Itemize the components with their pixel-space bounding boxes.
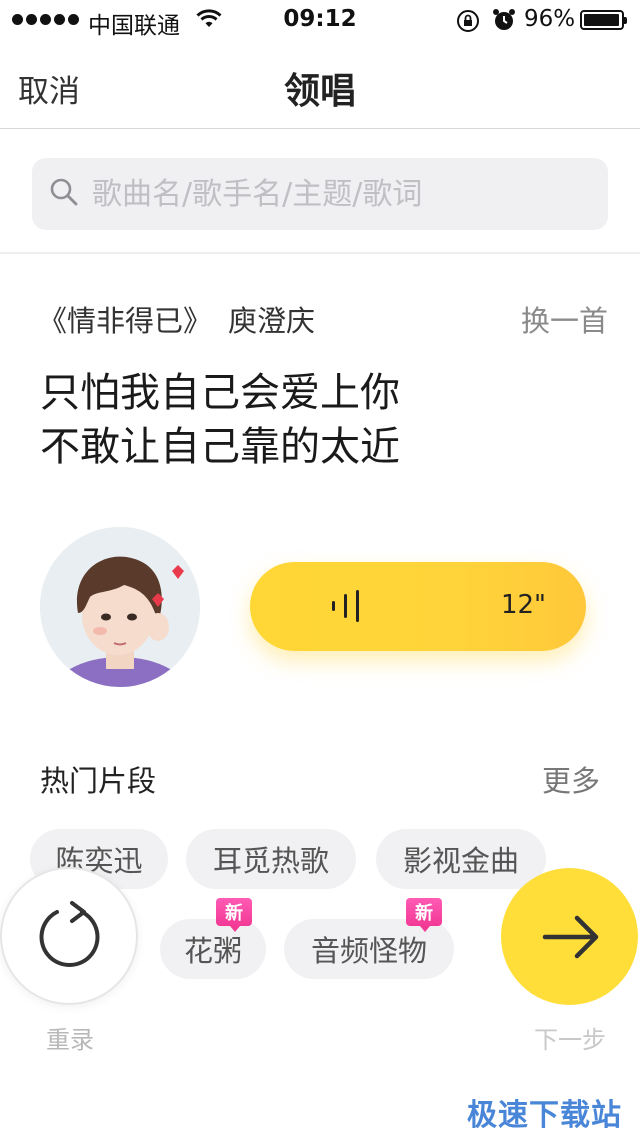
tag-chip[interactable]: 耳觅热歌 <box>186 829 356 889</box>
more-button[interactable]: 更多 <box>542 758 600 800</box>
lyric-line: 不敢让自己靠的太近 <box>40 424 400 470</box>
page-title: 领唱 <box>283 71 356 112</box>
status-bar: 中国联通 09:12 96% <box>0 0 640 40</box>
search-input[interactable] <box>92 158 592 230</box>
new-badge: 新 <box>406 898 442 932</box>
section-divider <box>0 252 640 254</box>
battery-icon <box>580 10 627 30</box>
watermark: 极速下载站 <box>467 1098 622 1133</box>
refresh-icon <box>39 901 100 967</box>
rotation-lock-icon <box>456 9 480 37</box>
nav-bar: 取消 领唱 <box>0 40 640 129</box>
switch-song-button[interactable]: 换一首 <box>521 298 608 340</box>
section-title: 热门片段 <box>40 764 157 798</box>
battery-percent: 96% <box>524 6 576 32</box>
avatar <box>40 527 200 687</box>
tag-chip[interactable]: 花粥 <box>160 919 266 979</box>
sound-wave-icon <box>328 588 364 628</box>
search-bar[interactable] <box>32 158 608 230</box>
new-badge: 新 <box>216 898 252 932</box>
song-info: 《情非得已》 庾澄庆 <box>38 298 315 340</box>
next-step-label: 下一步 <box>534 1026 606 1054</box>
song-title: 《情非得已》 <box>38 304 213 338</box>
next-step-button[interactable] <box>501 868 638 1005</box>
lyric-line: 只怕我自己会爱上你 <box>40 370 400 416</box>
voice-playback-button[interactable]: 12" <box>250 562 586 651</box>
song-artist: 庾澄庆 <box>228 304 316 338</box>
rerecord-label: 重录 <box>46 1026 94 1054</box>
rerecord-button[interactable] <box>0 867 138 1005</box>
voice-duration: 12" <box>500 590 546 620</box>
search-icon <box>48 176 80 212</box>
arrow-right-icon <box>542 915 599 959</box>
alarm-icon <box>492 8 516 36</box>
